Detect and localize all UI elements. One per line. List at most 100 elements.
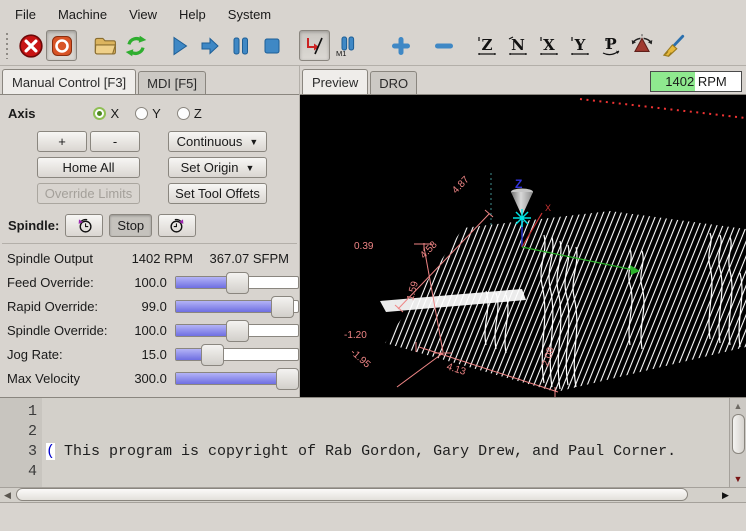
svg-text:Y: Y bbox=[573, 36, 585, 54]
set-origin-dropdown[interactable]: Set Origin▼ bbox=[168, 157, 267, 178]
menu-bar: File Machine View Help System bbox=[0, 0, 746, 28]
menu-system[interactable]: System bbox=[217, 2, 282, 27]
zoom-in-button[interactable] bbox=[385, 30, 416, 61]
run-button[interactable] bbox=[163, 30, 194, 61]
max-velocity-slider[interactable] bbox=[175, 372, 299, 385]
step-arrow-icon bbox=[198, 34, 222, 58]
spindle-cw-icon bbox=[169, 217, 186, 234]
skip-lines-toggle[interactable] bbox=[299, 30, 330, 61]
spindle-stop-button[interactable]: Stop bbox=[109, 214, 152, 237]
rpm-meter-text: 1402 RPM bbox=[665, 74, 726, 89]
spindle-row: Spindle: Stop bbox=[8, 214, 299, 237]
horizontal-scroll-track[interactable] bbox=[15, 488, 705, 502]
left-tab-bar: Manual Control [F3] MDI [F5] bbox=[0, 66, 299, 94]
max-velocity-row: Max Velocity 300.0 bbox=[0, 366, 299, 390]
control-panel: Manual Control [F3] MDI [F5] Axis X Y Z … bbox=[0, 66, 300, 397]
gcode-listing[interactable]: 1 2 3 4 ( This program is copyright of R… bbox=[0, 397, 746, 487]
gcode-line[interactable]: ( This program is copyright of Rab Gordo… bbox=[46, 442, 729, 462]
view-y-button[interactable]: Y bbox=[564, 30, 595, 61]
estop-icon bbox=[18, 33, 44, 59]
zoom-out-button[interactable] bbox=[428, 30, 459, 61]
pause-button[interactable] bbox=[225, 30, 256, 61]
plus-icon bbox=[389, 34, 413, 58]
tab-mdi[interactable]: MDI [F5] bbox=[138, 71, 206, 94]
scroll-down-icon[interactable]: ▼ bbox=[730, 471, 746, 487]
horizontal-scroll-thumb[interactable] bbox=[16, 488, 688, 501]
optional-pause-m1-toggle[interactable]: M1 bbox=[330, 30, 361, 61]
gcode-line-numbers: 1 2 3 4 bbox=[0, 398, 42, 487]
max-velocity-label: Max Velocity bbox=[7, 371, 112, 386]
run-step-button[interactable] bbox=[194, 30, 225, 61]
gcode-cursor-char: ( bbox=[46, 443, 55, 460]
rapid-override-value: 99.0 bbox=[112, 299, 167, 314]
toolpath-plot: 0.39 1.59 -1.20 -1.95 4.58 4.87 4.13 2.0… bbox=[300, 95, 746, 397]
gcode-vertical-scrollbar[interactable]: ▲ ▼ bbox=[729, 398, 746, 487]
skip-lines-icon bbox=[303, 34, 327, 58]
spindle-override-label: Spindle Override: bbox=[7, 323, 112, 338]
chevron-down-icon: ▼ bbox=[249, 137, 258, 147]
axis-y-label: Y bbox=[152, 106, 161, 121]
view-perspective-button[interactable]: P bbox=[595, 30, 626, 61]
rotate-cone-icon bbox=[629, 33, 655, 59]
feed-override-value: 100.0 bbox=[112, 275, 167, 290]
spindle-reverse-button[interactable] bbox=[65, 214, 103, 237]
rapid-override-slider[interactable] bbox=[175, 300, 299, 313]
jog-plus-button[interactable]: + bbox=[37, 131, 87, 152]
minus-icon bbox=[432, 34, 456, 58]
axis-label: Axis bbox=[8, 106, 35, 121]
toolbar-grip[interactable] bbox=[3, 33, 11, 59]
menu-machine[interactable]: Machine bbox=[47, 2, 118, 27]
view-z2-button[interactable]: N bbox=[502, 30, 533, 61]
broom-icon bbox=[660, 33, 686, 59]
feed-override-slider[interactable] bbox=[175, 276, 299, 289]
spindle-sfpm-value: 367.07 SFPM bbox=[193, 251, 299, 266]
estop-button[interactable] bbox=[15, 30, 46, 61]
tab-preview[interactable]: Preview bbox=[302, 69, 368, 94]
jog-rate-slider[interactable] bbox=[175, 348, 299, 361]
svg-text:N: N bbox=[511, 36, 525, 54]
menu-help[interactable]: Help bbox=[168, 2, 217, 27]
svg-text:Z: Z bbox=[481, 36, 492, 54]
axis-z-radio[interactable] bbox=[177, 107, 190, 120]
preview-canvas[interactable]: 0.39 1.59 -1.20 -1.95 4.58 4.87 4.13 2.0… bbox=[300, 94, 746, 397]
scroll-up-icon[interactable]: ▲ bbox=[730, 398, 746, 414]
scroll-right-icon[interactable]: ▶ bbox=[705, 490, 746, 501]
spindle-output-row: Spindle Output 1402 RPM 367.07 SFPM bbox=[0, 246, 299, 270]
tab-manual-control[interactable]: Manual Control [F3] bbox=[2, 69, 136, 94]
view-z-button[interactable]: Z bbox=[471, 30, 502, 61]
open-file-button[interactable] bbox=[89, 30, 120, 61]
jog-minus-button[interactable]: - bbox=[90, 131, 140, 152]
tab-dro[interactable]: DRO bbox=[370, 71, 417, 94]
menu-file[interactable]: File bbox=[4, 2, 47, 27]
view-y-icon: Y bbox=[568, 34, 592, 58]
stop-button[interactable] bbox=[256, 30, 287, 61]
divider bbox=[2, 243, 297, 244]
chevron-down-icon: ▼ bbox=[245, 163, 254, 173]
jog-increment-dropdown[interactable]: Continuous▼ bbox=[168, 131, 267, 152]
home-all-button[interactable]: Home All bbox=[37, 157, 140, 178]
reload-file-button[interactable] bbox=[120, 30, 151, 61]
svg-text:X: X bbox=[545, 203, 551, 213]
machine-power-button[interactable] bbox=[46, 30, 77, 61]
menu-view[interactable]: View bbox=[118, 2, 168, 27]
override-limits-button[interactable]: Override Limits bbox=[37, 183, 140, 204]
view-x-button[interactable]: X bbox=[533, 30, 564, 61]
rotate-view-button[interactable] bbox=[626, 30, 657, 61]
gcode-horizontal-scrollbar[interactable]: ◀ ▶ bbox=[0, 487, 746, 503]
svg-text:4.87: 4.87 bbox=[450, 174, 472, 196]
toolpath-wireframe bbox=[380, 211, 746, 392]
scroll-left-icon[interactable]: ◀ bbox=[0, 490, 15, 501]
vertical-scroll-thumb[interactable] bbox=[732, 414, 745, 454]
axis-x-radio[interactable] bbox=[93, 107, 106, 120]
spindle-forward-button[interactable] bbox=[158, 214, 196, 237]
status-area bbox=[0, 503, 746, 531]
rapid-override-label: Rapid Override: bbox=[7, 299, 112, 314]
axis-y-radio[interactable] bbox=[135, 107, 148, 120]
power-icon bbox=[50, 34, 74, 58]
axis-z-label: Z bbox=[194, 106, 202, 121]
manual-control-body: Axis X Y Z + - Continuous▼ Home All bbox=[0, 94, 299, 397]
set-tool-offsets-button[interactable]: Set Tool Offets bbox=[168, 183, 267, 204]
clear-plot-button[interactable] bbox=[657, 30, 688, 61]
spindle-override-slider[interactable] bbox=[175, 324, 299, 337]
gcode-text[interactable]: ( This program is copyright of Rab Gordo… bbox=[42, 398, 729, 487]
